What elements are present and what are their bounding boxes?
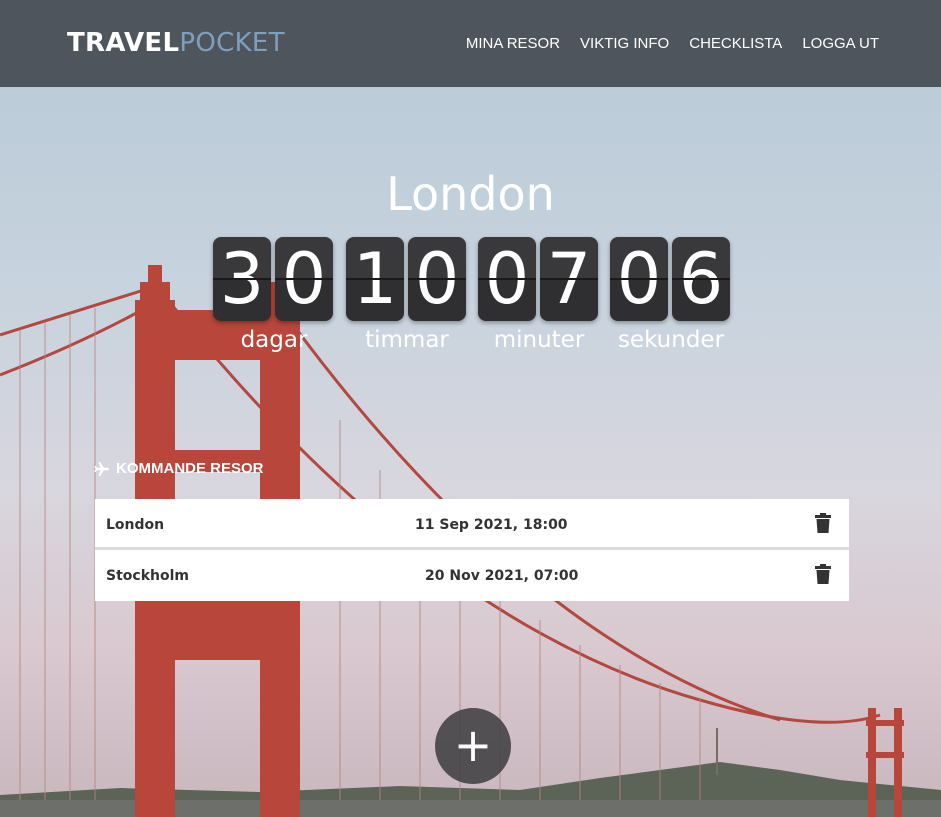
countdown-digit: 6: [672, 237, 730, 321]
nav-logga-ut[interactable]: LOGGA UT: [802, 34, 879, 54]
countdown-digit: 0: [610, 237, 668, 321]
background-photo: [0, 265, 941, 817]
nav-links: MINA RESOR VIKTIG INFO CHECKLISTA LOGGA …: [466, 34, 879, 54]
brand-part-pocket: POCKET: [179, 28, 285, 58]
countdown-seconds: 0 6 sekunder: [610, 237, 732, 357]
countdown-timer: 3 0 dagar 1 0 timmar 0 7 minuter 0 6 sek…: [213, 237, 733, 357]
countdown-days: 3 0 dagar: [213, 237, 335, 357]
destination-title: London: [386, 167, 555, 221]
trip-date: 11 Sep 2021, 18:00: [415, 517, 568, 533]
nav-mina-resor[interactable]: MINA RESOR: [466, 34, 560, 54]
trash-icon[interactable]: [815, 513, 831, 533]
countdown-digit: 0: [275, 237, 333, 321]
trip-date: 20 Nov 2021, 07:00: [425, 568, 579, 584]
trip-row[interactable]: Stockholm 20 Nov 2021, 07:00: [95, 550, 849, 601]
countdown-hours: 1 0 timmar: [346, 237, 468, 357]
plane-icon: [94, 462, 109, 476]
countdown-label-days: dagar: [240, 327, 308, 353]
countdown-minutes: 0 7 minuter: [478, 237, 600, 357]
navbar: TRAVELPOCKET MINA RESOR VIKTIG INFO CHEC…: [0, 0, 941, 87]
countdown-digit: 7: [540, 237, 598, 321]
trash-icon[interactable]: [815, 564, 831, 584]
brand-part-travel: TRAVEL: [67, 28, 180, 58]
brand-logo[interactable]: TRAVELPOCKET: [67, 27, 285, 59]
upcoming-trips-heading: KOMMANDE RESOR: [94, 459, 264, 479]
countdown-label-seconds: sekunder: [617, 327, 725, 353]
countdown-digit: 1: [346, 237, 404, 321]
add-trip-button[interactable]: +: [435, 708, 511, 784]
countdown-digit: 0: [478, 237, 536, 321]
countdown-label-hours: timmar: [365, 327, 449, 353]
trip-list: London 11 Sep 2021, 18:00 Stockholm 20 N…: [95, 499, 849, 601]
nav-viktig-info[interactable]: VIKTIG INFO: [580, 34, 669, 54]
trip-name: Stockholm: [106, 568, 189, 584]
trip-row[interactable]: London 11 Sep 2021, 18:00: [95, 499, 849, 550]
trip-name: London: [106, 517, 165, 533]
nav-checklista[interactable]: CHECKLISTA: [689, 34, 782, 54]
countdown-label-minutes: minuter: [493, 327, 585, 353]
countdown-digit: 3: [213, 237, 271, 321]
countdown-digit: 0: [408, 237, 466, 321]
upcoming-trips-title: KOMMANDE RESOR: [116, 460, 264, 477]
